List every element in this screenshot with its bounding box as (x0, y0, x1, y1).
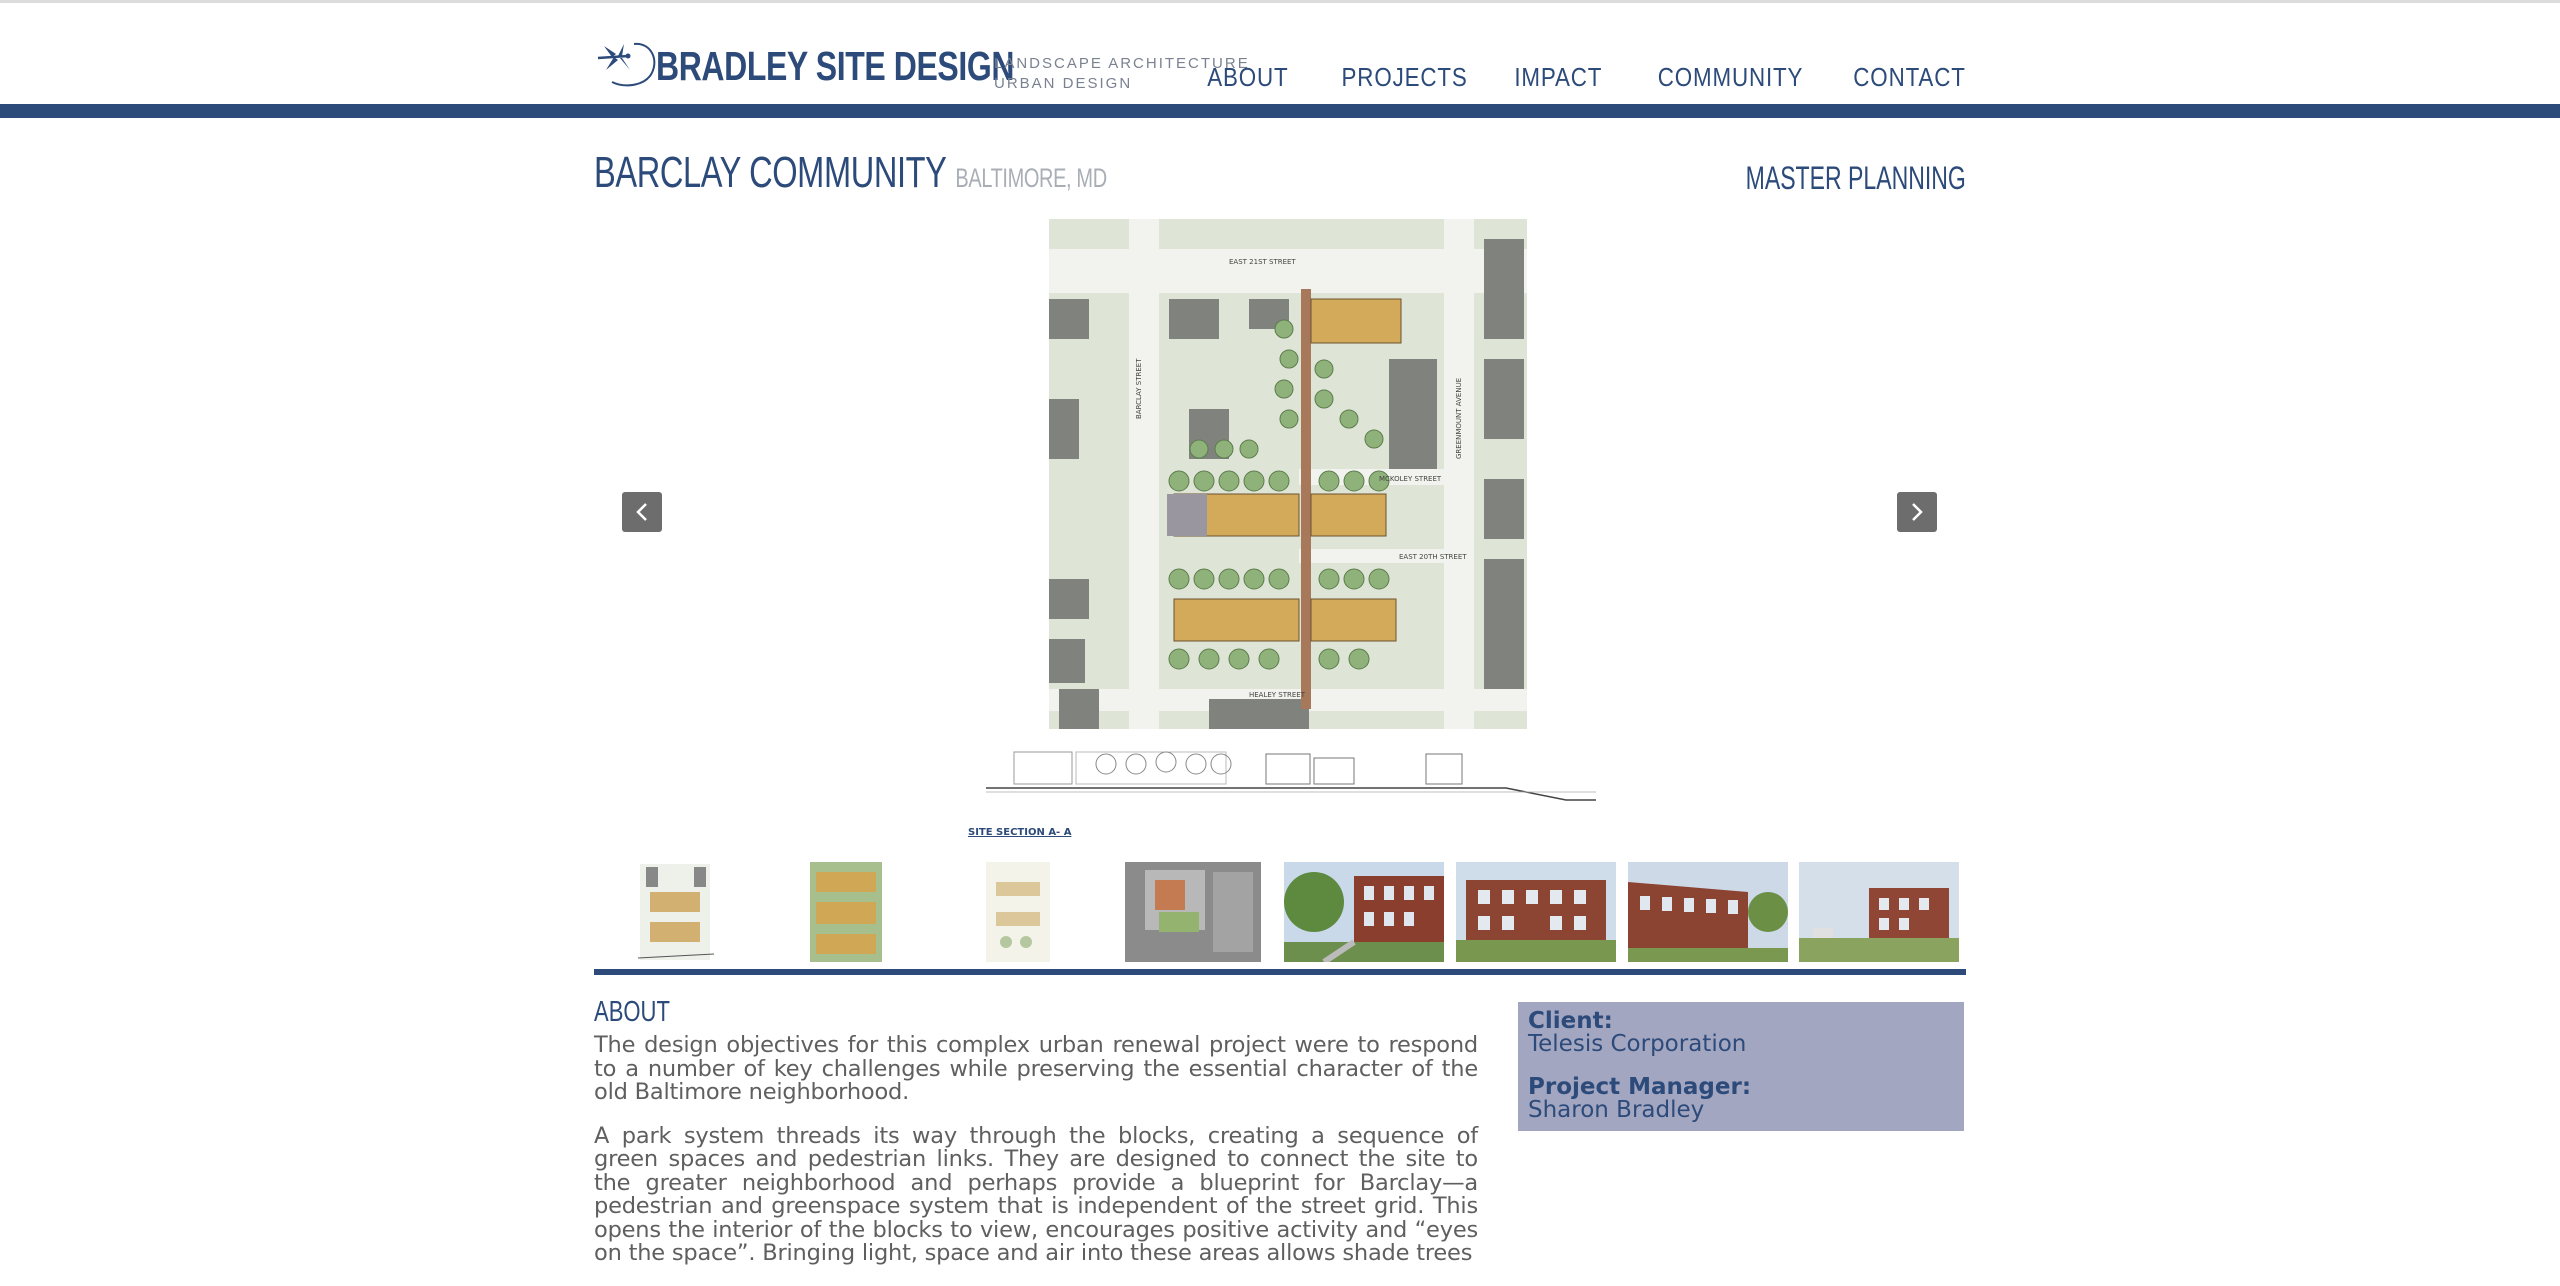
plan-label-right: GREENMOUNT AVENUE (1455, 378, 1463, 459)
thumbnail-2[interactable] (810, 862, 882, 962)
thumbnail-6[interactable] (1456, 862, 1616, 962)
site-section-drawing: SITE SECTION A- A (966, 748, 1596, 838)
section-label: SITE SECTION A- A (968, 827, 1072, 838)
project-manager-value: Sharon Bradley (1528, 1097, 1705, 1123)
site-plan-image: EAST 21ST STREET MCKOLEY STREET EAST 20T… (1049, 219, 1527, 729)
main-nav: ABOUT PROJECTS IMPACT COMMUNITY CONTACT (1162, 62, 1966, 93)
header-band (0, 104, 2560, 118)
plan-label-mid: MCKOLEY STREET (1379, 475, 1442, 483)
gallery-next-button[interactable] (1897, 492, 1937, 532)
plan-label-top: EAST 21ST STREET (1229, 258, 1296, 266)
dragonfly-logo-icon (597, 42, 656, 87)
chevron-left-icon (636, 503, 647, 521)
thumbnail-7[interactable] (1628, 862, 1788, 962)
nav-contact[interactable]: CONTACT (1854, 62, 1966, 93)
project-info-box: Client: Telesis Corporation Project Mana… (1518, 1002, 1964, 1131)
about-body: The design objectives for this complex u… (594, 1032, 1478, 1286)
nav-projects[interactable]: PROJECTS (1341, 62, 1467, 93)
site-logo[interactable]: BRADLEY SITE DESIGN (594, 36, 1015, 96)
project-name: BARCLAY COMMUNITY (594, 148, 947, 197)
about-heading: ABOUT (594, 996, 670, 1028)
logo-wordmark: BRADLEY SITE DESIGN (656, 43, 1015, 89)
nav-impact[interactable]: IMPACT (1514, 62, 1602, 93)
thumbnail-8[interactable] (1799, 862, 1959, 962)
thumbnail-1[interactable] (636, 862, 716, 962)
project-category: MASTER PLANNING (1745, 160, 1966, 196)
gallery-prev-button[interactable] (622, 492, 662, 532)
top-border (0, 0, 2560, 3)
thumbnail-5[interactable] (1284, 862, 1444, 962)
client-value: Telesis Corporation (1528, 1031, 1747, 1057)
nav-community[interactable]: COMMUNITY (1658, 62, 1804, 93)
about-paragraph-2: A park system threads its way through th… (594, 1122, 1478, 1266)
nav-about[interactable]: ABOUT (1208, 62, 1289, 93)
plan-label-east: EAST 20TH STREET (1399, 553, 1467, 561)
project-location: BALTIMORE, MD (955, 163, 1107, 193)
chevron-right-icon (1912, 503, 1923, 521)
about-paragraph-1: The design objectives for this complex u… (594, 1032, 1478, 1105)
plan-label-left: BARCLAY STREET (1135, 358, 1143, 419)
project-title: BARCLAY COMMUNITY BALTIMORE, MD (594, 148, 1107, 198)
thumbnail-4[interactable] (1125, 862, 1261, 962)
plan-label-bottom: HEALEY STREET (1249, 691, 1306, 699)
content-divider (594, 969, 1966, 975)
thumbnail-strip (626, 862, 1959, 962)
thumbnail-3[interactable] (986, 862, 1050, 962)
